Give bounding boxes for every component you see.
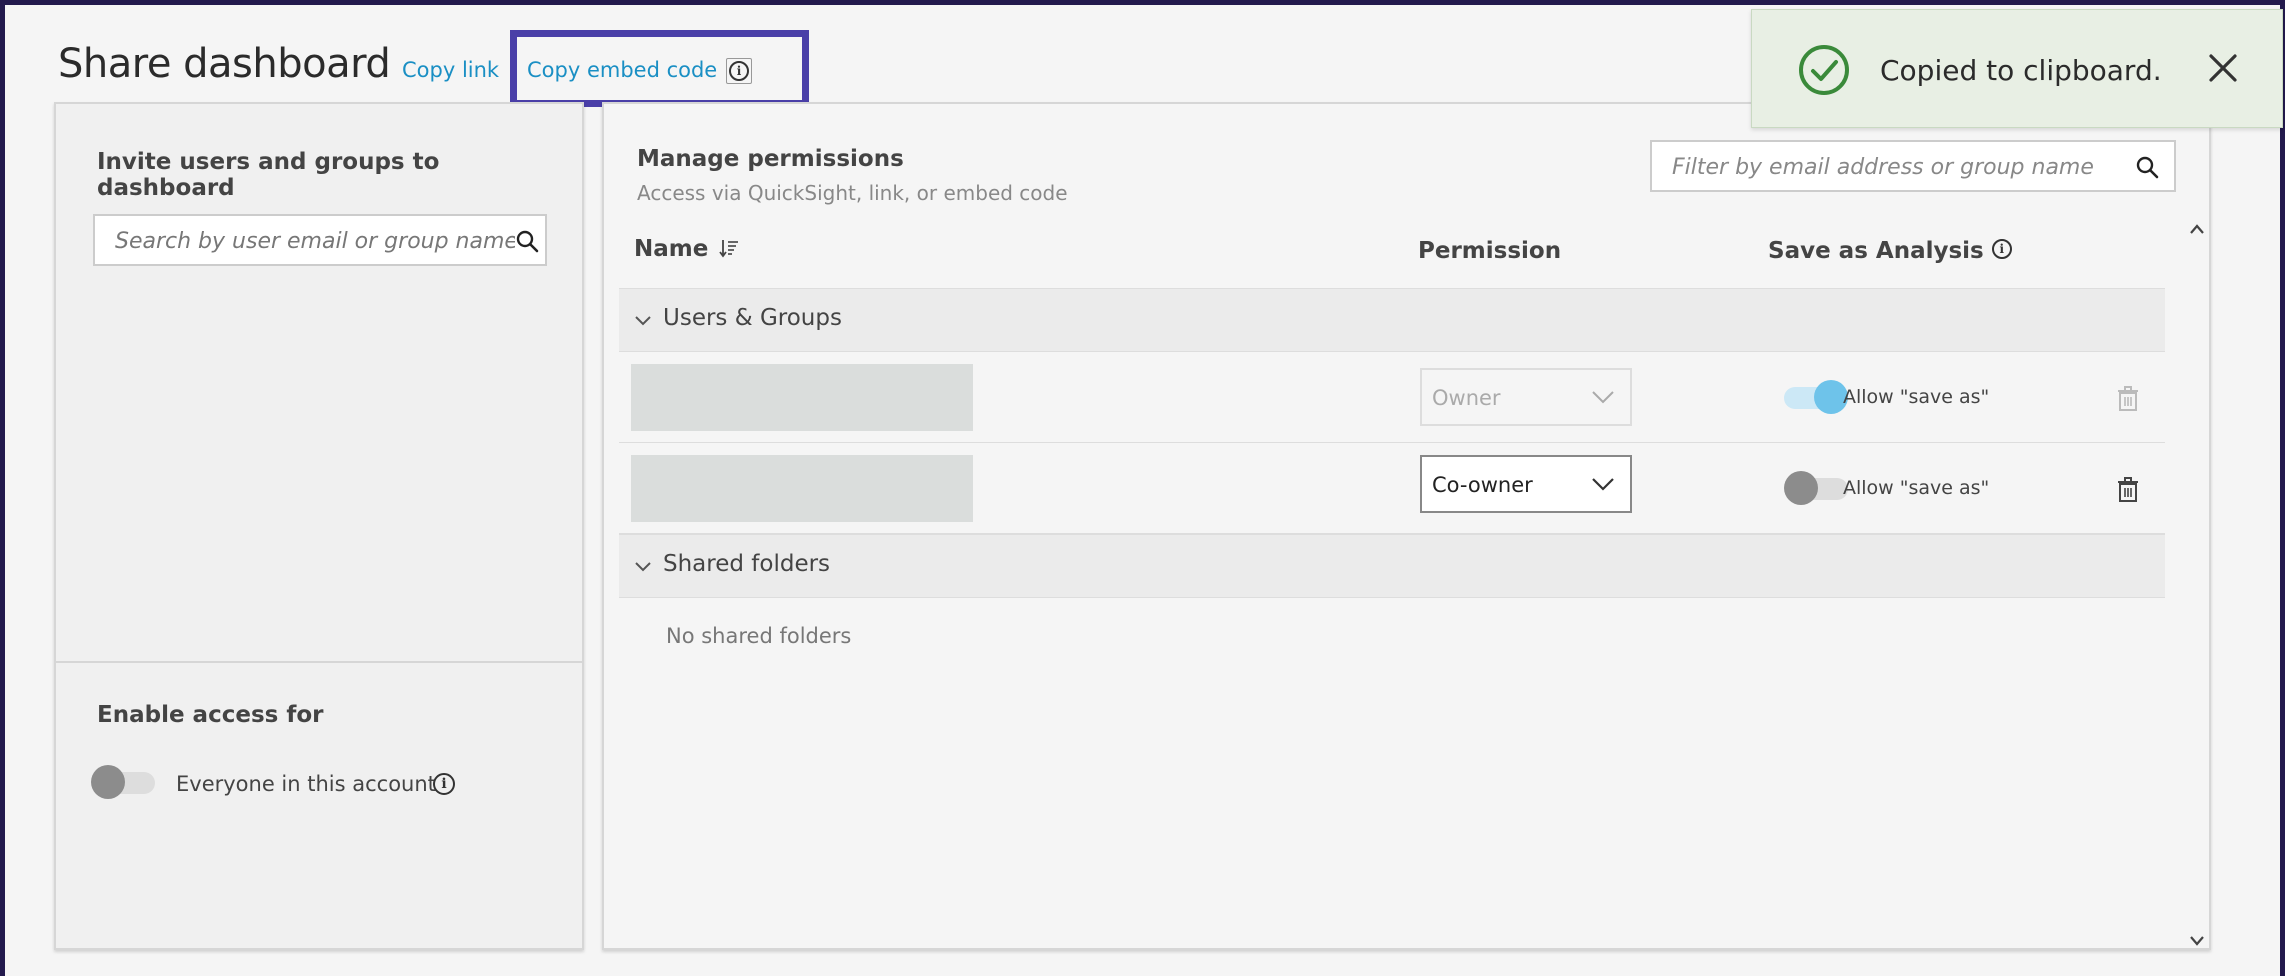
panel-divider	[56, 661, 582, 663]
allow-save-as-label: Allow "save as"	[1843, 386, 1990, 408]
info-icon[interactable]: i	[1991, 239, 2012, 259]
copied-toast: Copied to clipboard.	[1751, 9, 2283, 128]
everyone-label: Everyone in this account	[176, 772, 436, 796]
permission-value: Co-owner	[1432, 473, 1533, 497]
no-shared-folders-text: No shared folders	[666, 624, 852, 648]
trash-icon[interactable]	[2117, 477, 2139, 503]
scroll-down-icon[interactable]	[2188, 934, 2206, 948]
copy-embed-code-button[interactable]: Copy embed code	[527, 58, 717, 82]
invite-search-input[interactable]	[115, 228, 515, 254]
column-header-save-as: Save as Analysis i	[1768, 238, 2012, 264]
save-as-toggle[interactable]	[1784, 380, 1850, 414]
column-header-name[interactable]: Name	[634, 236, 740, 262]
share-dashboard-page: Share dashboard Copy link Copy embed cod…	[5, 5, 2280, 976]
close-icon[interactable]	[2206, 51, 2240, 85]
toast-message: Copied to clipboard.	[1880, 54, 2162, 87]
manage-permissions-subtitle: Access via QuickSight, link, or embed co…	[637, 181, 1068, 205]
group-label: Shared folders	[663, 551, 831, 577]
filter-field[interactable]	[1650, 140, 2176, 192]
invite-search-field[interactable]	[93, 214, 547, 266]
search-icon	[516, 230, 539, 253]
everyone-toggle[interactable]	[91, 765, 157, 799]
chevron-down-icon	[1592, 478, 1614, 491]
table-row: Co-owner Allow "save as"	[619, 443, 2165, 534]
table-row: Owner Allow "save as"	[619, 352, 2165, 443]
column-header-permission: Permission	[1418, 238, 1562, 264]
permission-select: Owner	[1420, 368, 1632, 426]
invite-title: Invite users and groups to dashboard	[97, 149, 440, 201]
user-name-placeholder	[631, 364, 973, 431]
chevron-down-icon	[1592, 391, 1614, 404]
embed-info-icon[interactable]: i	[726, 58, 752, 84]
trash-icon	[2118, 386, 2138, 411]
allow-save-as-label: Allow "save as"	[1843, 477, 1990, 499]
group-label: Users & Groups	[663, 305, 842, 331]
scrollbar[interactable]	[2184, 222, 2210, 950]
name-column-label: Name	[634, 236, 709, 262]
enable-access-title: Enable access for	[97, 702, 324, 728]
info-icon[interactable]: i	[433, 773, 455, 795]
chevron-down-icon	[635, 316, 651, 326]
chevron-down-icon	[635, 562, 651, 572]
filter-input[interactable]	[1672, 154, 2132, 180]
manage-permissions-panel: Manage permissions Access via QuickSight…	[602, 102, 2211, 950]
user-name-placeholder	[631, 455, 973, 522]
check-circle-icon	[1799, 45, 1849, 95]
search-icon	[2136, 156, 2159, 179]
save-as-toggle[interactable]	[1784, 471, 1850, 505]
copy-link-button[interactable]: Copy link	[402, 58, 499, 82]
group-users-and-groups[interactable]: Users & Groups	[619, 288, 2165, 352]
page-title: Share dashboard	[58, 41, 391, 87]
scroll-up-icon[interactable]	[2188, 222, 2206, 236]
permission-select[interactable]: Co-owner	[1420, 455, 1632, 513]
permission-value: Owner	[1432, 386, 1501, 410]
manage-permissions-title: Manage permissions	[637, 146, 904, 172]
save-as-column-label: Save as Analysis	[1768, 238, 1984, 264]
group-shared-folders[interactable]: Shared folders	[619, 534, 2165, 598]
invite-panel: Invite users and groups to dashboard Ena…	[54, 102, 584, 950]
sort-icon	[719, 240, 739, 258]
